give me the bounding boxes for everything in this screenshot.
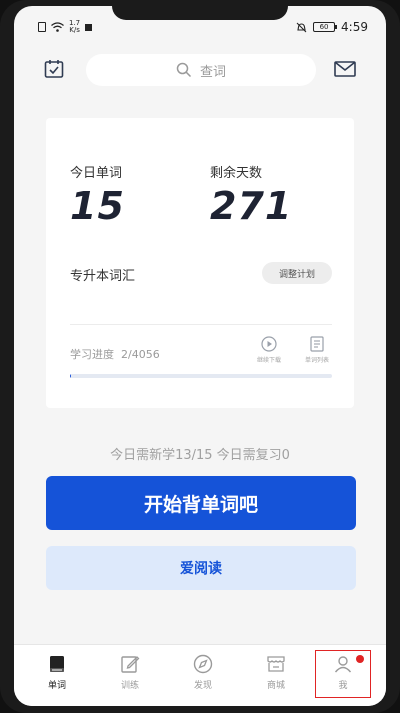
tab-words[interactable]: 单词 [20, 645, 94, 706]
screen: 1.7 K/s 60 4:59 查词 今日单词 15 剩余天数 271 专升本词… [14, 6, 386, 706]
search-placeholder: 查词 [199, 64, 226, 80]
book-icon [50, 656, 64, 672]
sim-icon [38, 22, 46, 32]
status-bar: 1.7 K/s 60 4:59 [14, 18, 386, 40]
study-progress: 学习进度 2/4056 [70, 348, 160, 361]
edit-icon [121, 656, 140, 673]
progress-bar [70, 374, 332, 378]
today-words-label: 今日单词 [70, 166, 123, 181]
days-left-label: 剩余天数 [210, 166, 263, 181]
compass-icon [193, 654, 213, 674]
search-icon [176, 62, 192, 78]
mail-icon[interactable] [334, 61, 356, 77]
start-memorizing-button[interactable]: 开始背单词吧 [46, 476, 356, 530]
word-list-button[interactable]: 单词列表 [297, 336, 337, 364]
tab-training[interactable]: 训练 [93, 645, 167, 706]
clock: 4:59 [341, 20, 368, 34]
notification-icon [85, 23, 93, 31]
love-reading-button[interactable]: 爱阅读 [46, 546, 356, 590]
battery-icon: 60 [313, 22, 338, 32]
continue-download-button[interactable]: 继续下载 [249, 336, 289, 364]
mute-icon [296, 22, 307, 32]
daily-task-summary: 今日需新学13/15 今日需复习0 [110, 448, 290, 463]
divider [70, 324, 332, 325]
days-left-value: 271 [210, 184, 293, 228]
top-bar: 查词 [14, 50, 386, 90]
network-speed: 1.7 K/s [69, 19, 81, 34]
wifi-icon [51, 22, 64, 32]
unread-badge [356, 655, 364, 663]
search-bar[interactable]: 查词 [86, 54, 316, 86]
calendar-icon[interactable] [44, 59, 64, 79]
word-book-name: 专升本词汇 [70, 269, 136, 284]
study-plan-card: 今日单词 15 剩余天数 271 专升本词汇 调整计划 学习进度 2/4056 … [46, 118, 354, 408]
today-words-value: 15 [70, 184, 125, 228]
play-circle-icon [261, 336, 277, 352]
store-icon [267, 656, 285, 672]
tab-store[interactable]: 商城 [239, 645, 313, 706]
adjust-plan-button[interactable]: 调整计划 [262, 262, 332, 284]
tab-discover[interactable]: 发现 [166, 645, 240, 706]
list-doc-icon [310, 336, 324, 352]
